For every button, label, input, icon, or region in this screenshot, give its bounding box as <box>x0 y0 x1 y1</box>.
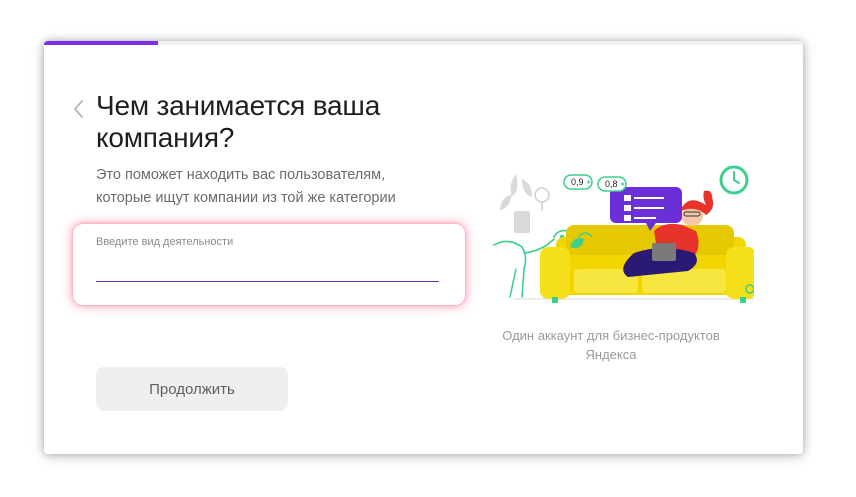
rating-badge-2-text: 0,8 <box>605 179 618 189</box>
svg-text:★: ★ <box>586 179 591 186</box>
page-subtitle: Это поможет находить вас пользователям, … <box>96 167 396 206</box>
onboarding-card: Чем занимается ваша компания? Это поможе… <box>44 41 803 454</box>
activity-input-label: Введите вид деятельности <box>96 236 234 248</box>
continue-button[interactable]: Продолжить <box>96 367 288 411</box>
rating-badge-2: 0,8 ★ <box>597 176 627 192</box>
progress-bar-fill <box>44 41 158 45</box>
clock-icon <box>719 165 749 195</box>
sofa-illustration: 0,9 ★ 0,8 ★ <box>493 165 756 303</box>
page-title: Чем занимается ваша компания? <box>96 90 381 153</box>
svg-text:★: ★ <box>620 181 625 188</box>
chevron-left-icon <box>74 100 83 118</box>
back-button[interactable] <box>68 97 88 121</box>
rating-badge-1-text: 0,9 <box>571 177 584 187</box>
progress-bar <box>44 41 803 45</box>
activity-input[interactable] <box>96 254 439 282</box>
background-plant <box>500 174 532 233</box>
promo-caption: Один аккаунт для бизнес-продуктов Яндекс… <box>502 328 720 362</box>
illustration: 0,9 ★ 0,8 ★ <box>474 119 756 309</box>
rating-badge-1: 0,9 ★ <box>563 174 593 190</box>
activity-input-card: Введите вид деятельности <box>73 224 465 305</box>
